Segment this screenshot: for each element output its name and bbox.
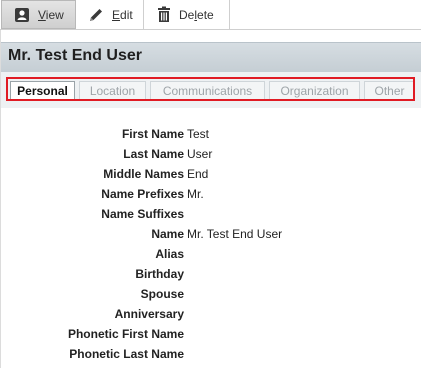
delete-label: Delete bbox=[179, 7, 214, 22]
field-value: Mr. Test End User bbox=[187, 227, 283, 241]
field-label: Phonetic Last Name bbox=[69, 347, 184, 361]
tab-organization[interactable]: Organization bbox=[269, 81, 360, 100]
edit-label: Edit bbox=[112, 7, 133, 22]
contact-card-icon bbox=[14, 7, 38, 23]
field-label: First Name bbox=[121, 127, 184, 141]
field-name: Name Mr. Test End User bbox=[0, 224, 421, 244]
field-label: Name bbox=[151, 227, 184, 241]
view-button[interactable]: View bbox=[1, 0, 76, 29]
view-label: View bbox=[38, 7, 64, 22]
tab-location[interactable]: Location bbox=[79, 81, 146, 100]
field-value: End bbox=[187, 167, 209, 181]
field-anniversary: Anniversary bbox=[0, 304, 421, 324]
page-title: Mr. Test End User bbox=[8, 47, 142, 64]
field-label: Phonetic First Name bbox=[67, 327, 184, 341]
field-label: Spouse bbox=[140, 287, 184, 301]
field-label: Anniversary bbox=[114, 307, 184, 321]
field-alias: Alias bbox=[0, 244, 421, 264]
field-middle-names: Middle Names End bbox=[0, 164, 421, 184]
toolbar: View Edit Delete bbox=[0, 0, 421, 30]
field-birthday: Birthday bbox=[0, 264, 421, 284]
contact-header: Mr. Test End User bbox=[1, 42, 421, 72]
field-spouse: Spouse bbox=[0, 284, 421, 304]
field-name-suffixes: Name Suffixes bbox=[0, 204, 421, 224]
tab-communications[interactable]: Communications bbox=[150, 81, 265, 100]
field-phonetic-last-name: Phonetic Last Name bbox=[0, 344, 421, 364]
field-value: User bbox=[187, 147, 213, 161]
field-name-prefixes: Name Prefixes Mr. bbox=[0, 184, 421, 204]
tab-personal[interactable]: Personal bbox=[10, 81, 75, 100]
field-value: Mr. bbox=[187, 187, 204, 201]
trash-icon bbox=[157, 6, 179, 23]
field-first-name: First Name Test bbox=[0, 124, 421, 144]
tab-other[interactable]: Other bbox=[364, 81, 415, 100]
field-phonetic-first-name: Phonetic First Name bbox=[0, 324, 421, 344]
edit-button[interactable]: Edit bbox=[76, 0, 144, 29]
field-label: Birthday bbox=[135, 267, 184, 281]
field-last-name: Last Name User bbox=[0, 144, 421, 164]
field-label: Name Prefixes bbox=[101, 187, 184, 201]
field-label: Last Name bbox=[123, 147, 184, 161]
pencil-icon bbox=[88, 7, 112, 23]
field-value: Test bbox=[187, 127, 210, 141]
field-label: Name Suffixes bbox=[101, 207, 184, 221]
delete-button[interactable]: Delete bbox=[145, 0, 230, 29]
field-label: Alias bbox=[155, 247, 184, 261]
field-label: Middle Names bbox=[103, 167, 184, 181]
